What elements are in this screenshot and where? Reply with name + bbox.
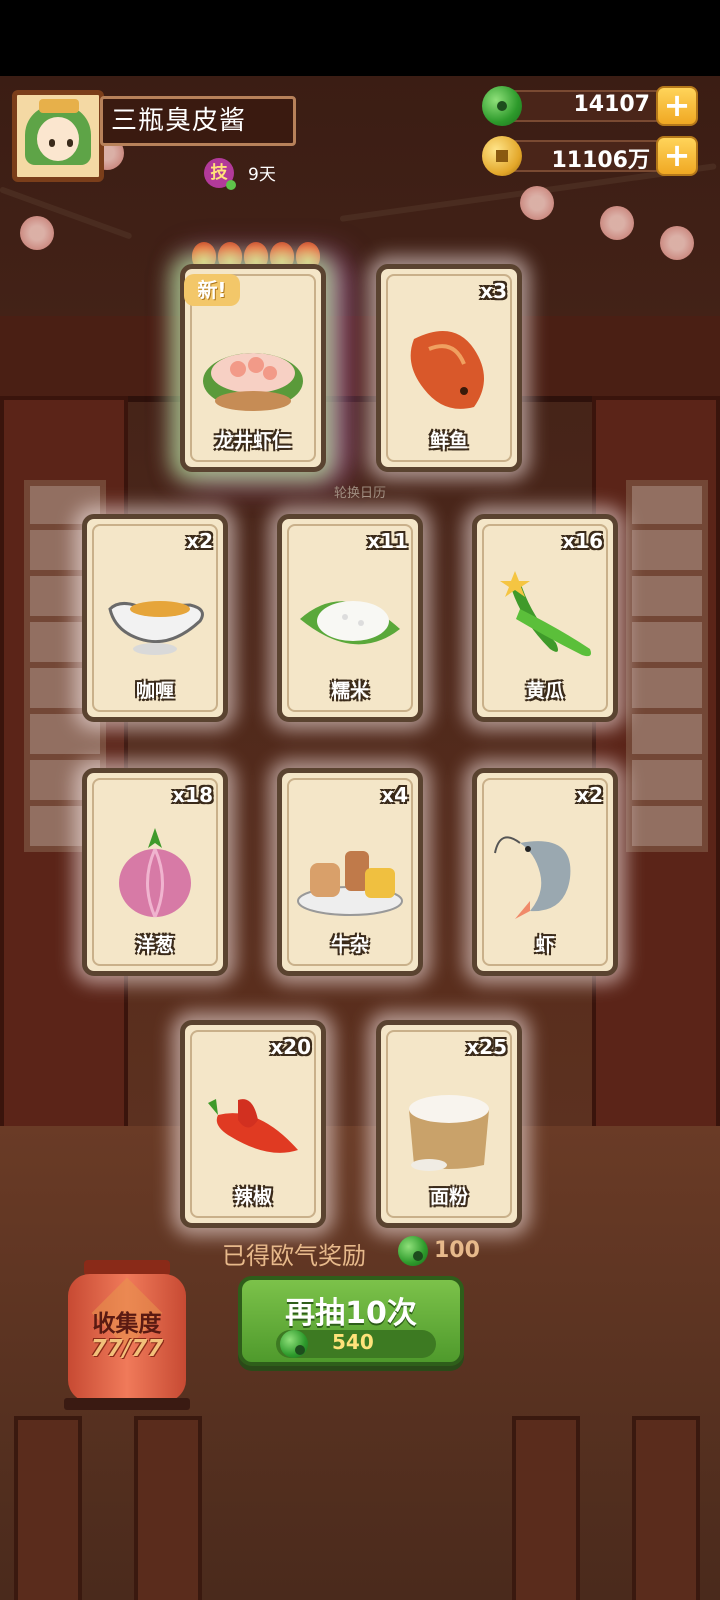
skill-icon[interactable]: 技	[204, 158, 236, 190]
collection-lantern[interactable]: 收集度 77/77	[64, 1260, 190, 1414]
fence-post	[14, 1416, 82, 1600]
card-label: 鲜鱼	[429, 430, 468, 452]
beef-offal-icon	[297, 851, 403, 916]
fence-post	[134, 1416, 202, 1600]
card-count: x4	[381, 783, 408, 807]
card-count: x11	[367, 529, 408, 553]
card-onion[interactable]: x18 洋葱	[82, 768, 228, 976]
glutinous-rice-icon	[300, 601, 400, 645]
card-chili[interactable]: x20 辣椒	[180, 1020, 326, 1228]
card-glutinous-rice[interactable]: x11 糯米	[277, 514, 423, 722]
blossom	[600, 206, 634, 240]
collection-title: 收集度	[92, 1311, 162, 1337]
card-count: x20	[270, 1035, 311, 1059]
card-label: 龙井虾仁	[214, 430, 291, 452]
reward-label: 已得欧气奖励	[222, 1242, 366, 1270]
card-label: 黄瓜	[525, 680, 564, 702]
card-count: x16	[562, 529, 603, 553]
shrimp-icon	[494, 836, 571, 919]
fence-post	[632, 1416, 700, 1600]
card-label: 辣椒	[233, 1186, 272, 1208]
wheel-calendar-label: 轮换日历	[333, 486, 386, 501]
onion-icon	[119, 828, 191, 918]
add-gold-button[interactable]: +	[656, 136, 698, 176]
gold-amount: 11106万	[551, 148, 650, 173]
player-avatar[interactable]	[12, 90, 104, 182]
add-jade-button[interactable]: +	[656, 86, 698, 126]
card-cucumber[interactable]: x16 黄瓜	[472, 514, 618, 722]
card-shrimp[interactable]: x2 虾	[472, 768, 618, 976]
draw-cost: 540	[332, 1330, 374, 1354]
card-label: 虾	[535, 934, 555, 956]
card-label: 洋葱	[135, 934, 174, 956]
reward-amount: 100	[434, 1238, 480, 1263]
jade-amount: 14107	[573, 92, 650, 117]
fence-post	[512, 1416, 580, 1600]
jade-currency: 14107 +	[482, 86, 698, 126]
fish-icon	[410, 331, 484, 409]
card-label: 牛杂	[330, 934, 369, 956]
card-count: x18	[172, 783, 213, 807]
longjing-shrimp-icon	[203, 353, 303, 411]
gold-currency: 11106万 +	[482, 136, 698, 176]
card-curry[interactable]: x2 咖喱	[82, 514, 228, 722]
jade-coin-icon	[280, 1330, 308, 1358]
card-flour[interactable]: x25 面粉	[376, 1020, 522, 1228]
blossom	[660, 226, 694, 260]
card-count: x2	[576, 783, 603, 807]
card-label: 糯米	[330, 680, 369, 702]
player-name: 三瓶臭皮酱	[100, 96, 296, 146]
chili-icon	[208, 1099, 298, 1153]
card-label: 咖喱	[135, 680, 174, 702]
flour-sack-icon	[409, 1095, 489, 1171]
card-count: x2	[186, 529, 213, 553]
gold-coin-icon	[482, 136, 522, 176]
blossom	[520, 186, 554, 220]
card-label: 面粉	[429, 1186, 468, 1208]
card-count: x25	[466, 1035, 507, 1059]
curry-boat-icon	[108, 601, 204, 655]
roof-beam	[0, 316, 720, 402]
jade-coin-icon	[398, 1236, 428, 1266]
jade-coin-icon	[482, 86, 522, 126]
card-beef-offal[interactable]: x4 牛杂	[277, 768, 423, 976]
collection-progress: 77/77	[90, 1336, 164, 1362]
card-count: x3	[480, 279, 507, 303]
cucumber-icon	[500, 571, 591, 657]
card-fresh-fish[interactable]: x3 鲜鱼	[376, 264, 522, 472]
draw-again-button[interactable]: 再抽10次 540	[238, 1276, 464, 1366]
new-badge: 新!	[184, 274, 240, 306]
draw-button-label: 再抽10次	[285, 1296, 417, 1331]
days-counter: 9天	[248, 165, 276, 185]
window-lattice	[626, 480, 708, 852]
blossom	[20, 216, 54, 250]
